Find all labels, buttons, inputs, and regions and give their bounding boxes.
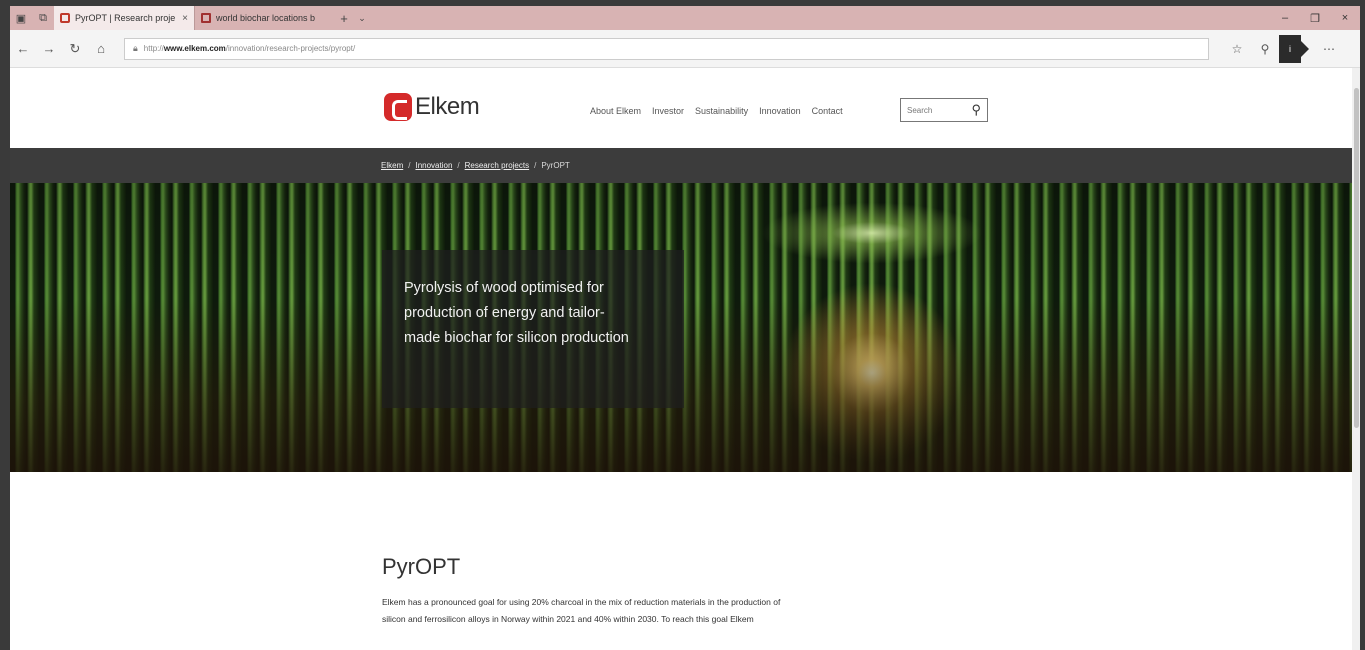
lock-icon: 🔒︎ <box>133 43 138 53</box>
window-menu-icon[interactable]: ▣ <box>10 6 32 30</box>
breadcrumb-separator: / <box>457 161 460 170</box>
breadcrumb-research-projects[interactable]: Research projects <box>465 161 529 170</box>
breadcrumb-bar: Elkem / Innovation / Research projects /… <box>10 148 1360 183</box>
hero-banner: Pyrolysis of wood optimised for producti… <box>10 183 1360 472</box>
reload-button[interactable]: ↻ <box>62 41 88 57</box>
hero-text-card: Pyrolysis of wood optimised for producti… <box>382 250 684 408</box>
hero-image-shade <box>10 183 1360 472</box>
search-input[interactable]: Search <box>907 106 971 115</box>
profile-button[interactable]: i <box>1279 34 1309 63</box>
breadcrumb-elkem[interactable]: Elkem <box>381 161 403 170</box>
window-controls: – ❐ × <box>1270 12 1360 25</box>
page-favicon-icon <box>201 13 211 23</box>
elkem-logo[interactable]: Elkem <box>384 93 480 121</box>
page-title: PyrOPT <box>382 554 461 579</box>
nav-sustainability[interactable]: Sustainability <box>695 106 748 116</box>
url-field[interactable]: 🔒︎ http://www.elkem.com/innovation/resea… <box>124 37 1209 60</box>
home-button[interactable]: ⌂ <box>88 41 114 56</box>
minimize-button[interactable]: – <box>1270 12 1300 25</box>
forward-button[interactable]: → <box>36 41 62 56</box>
url-prefix: http:// <box>143 44 164 53</box>
breadcrumb-separator: / <box>534 161 537 170</box>
more-menu-icon[interactable]: ⋯ <box>1315 42 1343 56</box>
address-toolbar: ← → ↻ ⌂ 🔒︎ http://www.elkem.com/innovati… <box>10 30 1360 68</box>
intro-paragraph: Elkem has a pronounced goal for using 20… <box>382 597 781 624</box>
browser-window: ▣ ⧉ PyrOPT | Research proje × world bioc… <box>10 6 1360 650</box>
logo-text: Elkem <box>415 93 480 120</box>
tab-list-dropdown[interactable]: ⌄ <box>354 13 370 24</box>
url-path: /innovation/research-projects/pyropt/ <box>225 44 356 53</box>
url-domain: www.elkem.com <box>163 44 226 53</box>
main-content: PyrOPT Elkem has a pronounced goal for u… <box>10 472 1360 650</box>
extensions-icon[interactable]: ⚲ <box>1251 42 1279 56</box>
breadcrumb-separator: / <box>408 161 411 170</box>
new-tab-button[interactable]: + <box>334 11 354 26</box>
tab-label: world biochar locations b <box>216 13 316 23</box>
elkem-favicon-icon <box>60 13 70 23</box>
close-window-button[interactable]: × <box>1330 12 1360 25</box>
nav-contact[interactable]: Contact <box>812 106 843 116</box>
tab-pyropt[interactable]: PyrOPT | Research proje × <box>54 6 194 30</box>
tab-actions-icon[interactable]: ⧉ <box>32 6 54 30</box>
search-icon[interactable]: ⚲ <box>971 102 981 118</box>
main-nav: About Elkem Investor Sustainability Inno… <box>590 106 843 116</box>
breadcrumb-innovation[interactable]: Innovation <box>415 161 452 170</box>
maximize-button[interactable]: ❐ <box>1300 12 1330 25</box>
search-box[interactable]: Search ⚲ <box>900 98 988 122</box>
back-button[interactable]: ← <box>10 41 36 56</box>
breadcrumb-current: PyrOPT <box>541 161 570 170</box>
hero-headline: Pyrolysis of wood optimised for producti… <box>404 280 629 346</box>
scrollbar-thumb[interactable] <box>1354 88 1359 428</box>
tab-bar: ▣ ⧉ PyrOPT | Research proje × world bioc… <box>10 6 1360 30</box>
tab-world-biochar[interactable]: world biochar locations b <box>194 6 334 30</box>
tab-label: PyrOPT | Research proje <box>75 13 176 23</box>
nav-innovation[interactable]: Innovation <box>759 106 801 116</box>
page-scrollbar[interactable] <box>1352 68 1360 650</box>
favorite-star-icon[interactable]: ☆ <box>1223 42 1251 56</box>
nav-investor[interactable]: Investor <box>652 106 684 116</box>
site-header: Elkem About Elkem Investor Sustainabilit… <box>10 68 1360 148</box>
nav-about-elkem[interactable]: About Elkem <box>590 106 641 116</box>
close-tab-icon[interactable]: × <box>182 13 188 24</box>
toolbar-right: ☆ ⚲ i ⋯ <box>1223 34 1343 63</box>
breadcrumb: Elkem / Innovation / Research projects /… <box>381 161 570 170</box>
elkem-logo-icon <box>384 93 412 121</box>
